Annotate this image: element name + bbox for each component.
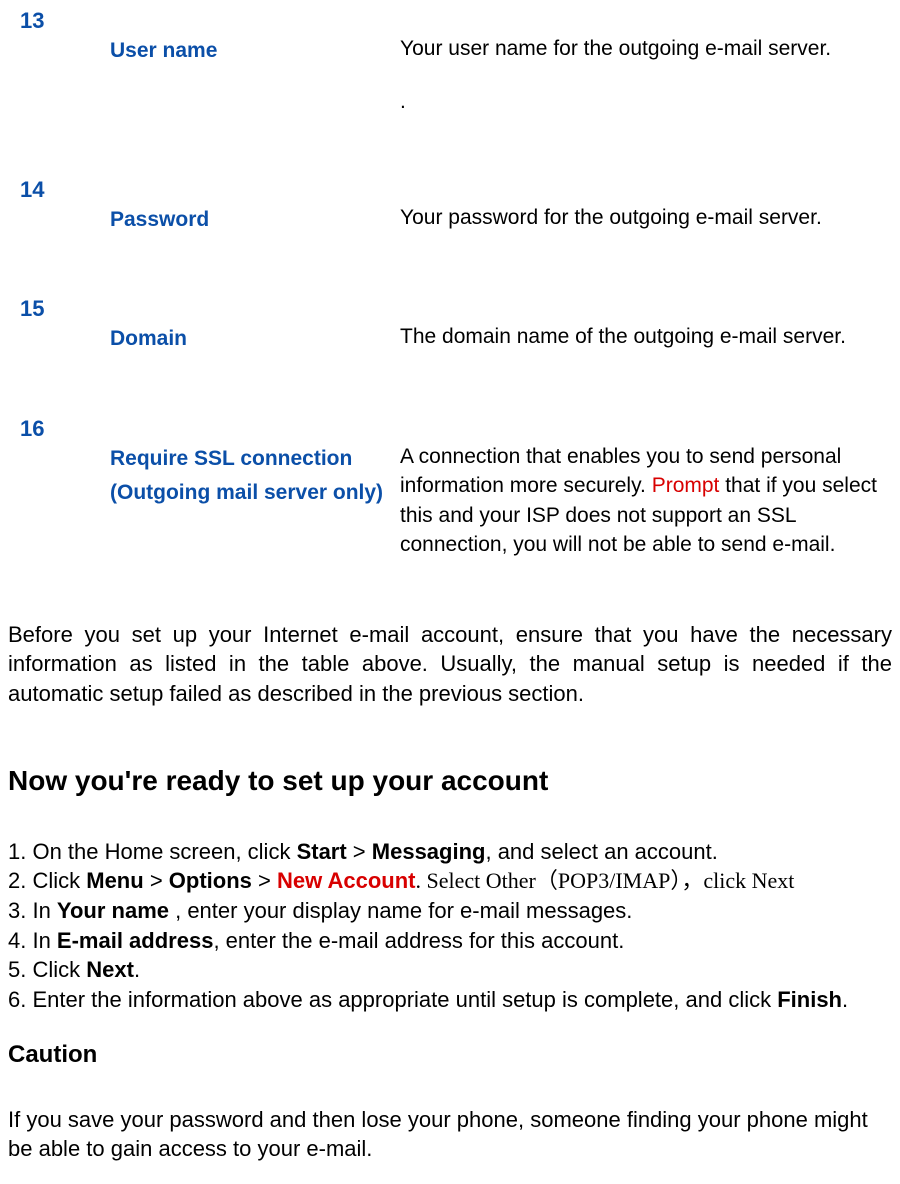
term-cell: Password: [110, 177, 400, 237]
table-row: 13 User name Your user name for the outg…: [8, 8, 892, 117]
desc-cell: Your password for the outgoing e-mail se…: [400, 177, 892, 232]
step-6: 6. Enter the information above as approp…: [8, 985, 892, 1015]
caution-paragraph: If you save your password and then lose …: [8, 1105, 892, 1164]
table-row: 15 Domain The domain name of the outgoin…: [8, 296, 892, 356]
term-label: User name: [110, 34, 400, 68]
step-5: 5. Click Next.: [8, 955, 892, 985]
desc-text-red: Prompt: [652, 474, 720, 497]
caution-heading: Caution: [8, 1041, 892, 1069]
desc-cell: The domain name of the outgoing e-mail s…: [400, 296, 892, 351]
row-number: 16: [8, 416, 110, 442]
desc-text: Your user name for the outgoing e-mail s…: [400, 34, 886, 63]
page: 13 User name Your user name for the outg…: [0, 0, 900, 1184]
step-4: 4. In E-mail address, enter the e-mail a…: [8, 926, 892, 956]
row-number: 14: [8, 177, 110, 203]
step-2: 2. Click Menu > Options > New Account. S…: [8, 866, 892, 896]
step-1: 1. On the Home screen, click Start > Mes…: [8, 837, 892, 867]
term-label: Domain: [110, 322, 400, 356]
intro-paragraph: Before you set up your Internet e-mail a…: [8, 620, 892, 709]
step-3: 3. In Your name , enter your display nam…: [8, 896, 892, 926]
table-row: 16 Require SSL connection (Outgoing mail…: [8, 416, 892, 560]
row-number: 13: [8, 8, 110, 34]
section-heading: Now you're ready to set up your account: [8, 765, 892, 797]
stray-period: .: [400, 87, 886, 116]
term-label: Password: [110, 203, 400, 237]
term-label: Require SSL connection (Outgoing mail se…: [110, 442, 400, 509]
term-cell: Domain: [110, 296, 400, 356]
desc-cell: Your user name for the outgoing e-mail s…: [400, 8, 892, 117]
table-row: 14 Password Your password for the outgoi…: [8, 177, 892, 237]
row-number: 15: [8, 296, 110, 322]
desc-text: Your password for the outgoing e-mail se…: [400, 203, 886, 232]
desc-cell: A connection that enables you to send pe…: [400, 416, 892, 560]
desc-text: The domain name of the outgoing e-mail s…: [400, 322, 886, 351]
term-cell: Require SSL connection (Outgoing mail se…: [110, 416, 400, 509]
term-cell: User name: [110, 8, 400, 68]
